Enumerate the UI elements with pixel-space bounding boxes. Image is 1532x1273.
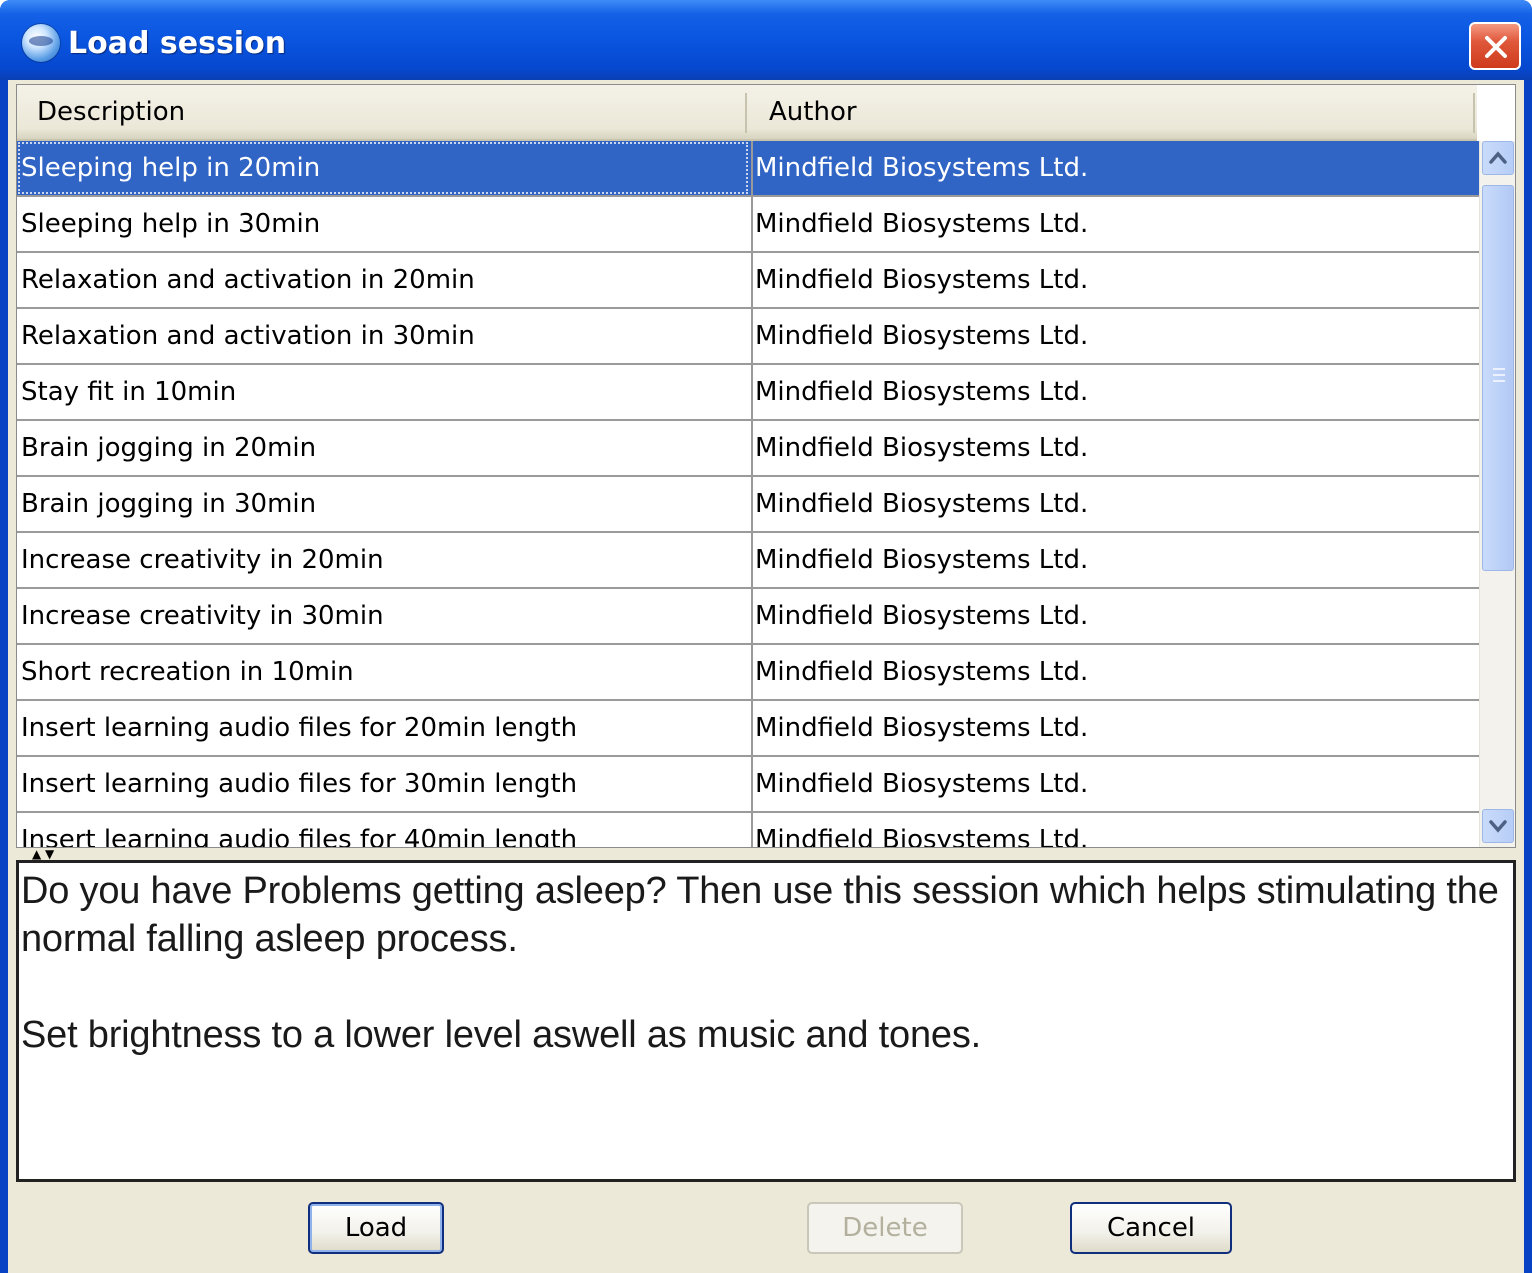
scroll-up-button[interactable] [1482, 141, 1514, 175]
cell-author: Mindfield Biosystems Ltd. [751, 757, 1479, 811]
cell-description: Brain jogging in 30min [21, 489, 317, 519]
cell-author: Mindfield Biosystems Ltd. [751, 141, 1479, 195]
sessions-table: Description Author Sleeping help in 20mi… [16, 84, 1516, 848]
table-row[interactable]: Increase creativity in 20min Mindfield Bi… [17, 533, 1479, 589]
title-bar[interactable]: Load session [0, 0, 1532, 80]
table-row[interactable]: Insert learning audio files for 20min le… [17, 701, 1479, 757]
description-paragraph: Do you have Problems getting asleep? The… [21, 870, 1499, 960]
cell-description: Increase creativity in 30min [21, 601, 384, 631]
cell-author: Mindfield Biosystems Ltd. [751, 197, 1479, 251]
split-arrows-icon[interactable]: ▲ ▼ [32, 848, 54, 860]
cell-author: Mindfield Biosystems Ltd. [751, 701, 1479, 755]
table-body: Sleeping help in 20min Mindfield Biosyste… [17, 141, 1479, 848]
description-paragraph: Set brightness to a lower level aswell a… [21, 1014, 981, 1056]
cell-author: Mindfield Biosystems Ltd. [751, 365, 1479, 419]
column-header-description[interactable]: Description [37, 85, 185, 139]
vertical-scrollbar[interactable] [1479, 141, 1515, 847]
cell-description: Relaxation and activation in 20min [21, 265, 475, 295]
grip-line [1493, 374, 1505, 376]
table-row[interactable]: Relaxation and activation in 30min Mindfi… [17, 309, 1479, 365]
table-row[interactable]: Brain jogging in 30min Mindfield Biosyste… [17, 477, 1479, 533]
cell-author: Mindfield Biosystems Ltd. [751, 309, 1479, 363]
cell-description: Sleeping help in 30min [21, 209, 321, 239]
cell-description: Short recreation in 10min [21, 657, 354, 687]
cell-author: Mindfield Biosystems Ltd. [751, 813, 1479, 847]
cell-author: Mindfield Biosystems Ltd. [751, 589, 1479, 643]
close-icon [1485, 36, 1507, 58]
delete-button[interactable]: Delete [807, 1202, 963, 1254]
table-row[interactable]: Short recreation in 10min Mindfield Biosy… [17, 645, 1479, 701]
table-row[interactable]: Sleeping help in 30min Mindfield Biosyste… [17, 197, 1479, 253]
cell-author: Mindfield Biosystems Ltd. [751, 477, 1479, 531]
close-button[interactable] [1469, 22, 1521, 70]
chevron-down-icon [1489, 820, 1507, 833]
column-resize-handle[interactable] [1473, 93, 1475, 133]
table-row[interactable]: Relaxation and activation in 20min Mindfi… [17, 253, 1479, 309]
table-header: Description Author [17, 85, 1477, 141]
table-row[interactable]: Insert learning audio files for 30min le… [17, 757, 1479, 813]
session-description-box[interactable]: Do you have Problems getting asleep? The… [16, 860, 1516, 1182]
column-header-author[interactable]: Author [769, 85, 857, 139]
table-row[interactable]: Increase creativity in 30min Mindfield Bi… [17, 589, 1479, 645]
load-session-dialog: Load session Description Author Sleeping… [0, 0, 1532, 1273]
cancel-button[interactable]: Cancel [1070, 1202, 1232, 1254]
cell-description: Increase creativity in 20min [21, 545, 384, 575]
cell-author: Mindfield Biosystems Ltd. [751, 645, 1479, 699]
scroll-down-button[interactable] [1482, 809, 1514, 843]
table-row[interactable]: Insert learning audio files for 40min le… [17, 813, 1479, 848]
cell-description: Relaxation and activation in 30min [21, 321, 475, 351]
cell-description: Insert learning audio files for 20min le… [21, 713, 578, 743]
cell-description: Insert learning audio files for 40min le… [21, 825, 578, 848]
table-row[interactable]: Stay fit in 10min Mindfield Biosystems Lt… [17, 365, 1479, 421]
cell-description: Sleeping help in 20min [17, 141, 749, 195]
window-title: Load session [68, 26, 287, 61]
grip-line [1493, 368, 1505, 370]
globe-icon [22, 24, 60, 62]
cell-description: Brain jogging in 20min [21, 433, 317, 463]
cell-author: Mindfield Biosystems Ltd. [751, 253, 1479, 307]
grip-line [1493, 380, 1505, 382]
table-row[interactable]: Brain jogging in 20min Mindfield Biosyste… [17, 421, 1479, 477]
chevron-up-icon [1489, 151, 1507, 164]
cell-description: Stay fit in 10min [21, 377, 237, 407]
cell-author: Mindfield Biosystems Ltd. [751, 421, 1479, 475]
split-pane-divider[interactable]: ▲ ▼ [16, 848, 1516, 860]
column-resize-handle[interactable] [745, 93, 747, 133]
load-button[interactable]: Load [308, 1202, 444, 1254]
scroll-thumb[interactable] [1482, 185, 1514, 571]
table-row[interactable]: Sleeping help in 20min Mindfield Biosyste… [17, 141, 1479, 197]
cell-description: Insert learning audio files for 30min le… [21, 769, 578, 799]
cell-author: Mindfield Biosystems Ltd. [751, 533, 1479, 587]
dialog-body: Description Author Sleeping help in 20mi… [8, 80, 1524, 1273]
